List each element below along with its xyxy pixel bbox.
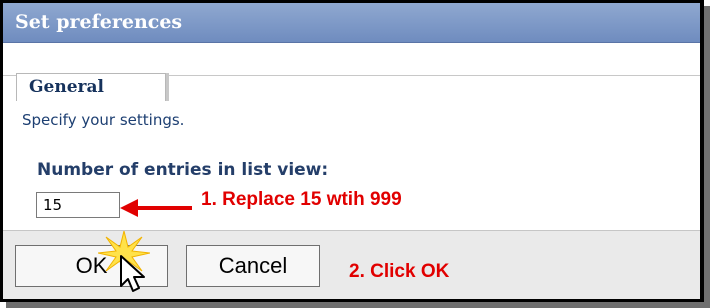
annotation-step-2: 2. Click OK	[349, 261, 450, 282]
tab-general[interactable]: General	[16, 73, 166, 101]
dialog-titlebar: Set preferences	[3, 3, 700, 43]
mouse-pointer-icon	[120, 255, 145, 292]
entries-input[interactable]	[36, 192, 120, 218]
red-arrow-icon	[120, 199, 192, 217]
entries-label: Number of entries in list view:	[37, 160, 329, 180]
dialog-shadow-right	[704, 6, 710, 308]
preferences-dialog: Set preferences General Specify your set…	[0, 0, 704, 302]
tab-divider	[166, 73, 169, 101]
tab-general-label: General	[29, 77, 104, 97]
dialog-shadow-bottom	[6, 302, 710, 308]
annotation-step-1: 1. Replace 15 wtih 999	[201, 189, 402, 210]
settings-description: Specify your settings.	[22, 111, 185, 129]
dialog-title: Set preferences	[15, 11, 183, 33]
cancel-button[interactable]: Cancel	[186, 245, 320, 287]
